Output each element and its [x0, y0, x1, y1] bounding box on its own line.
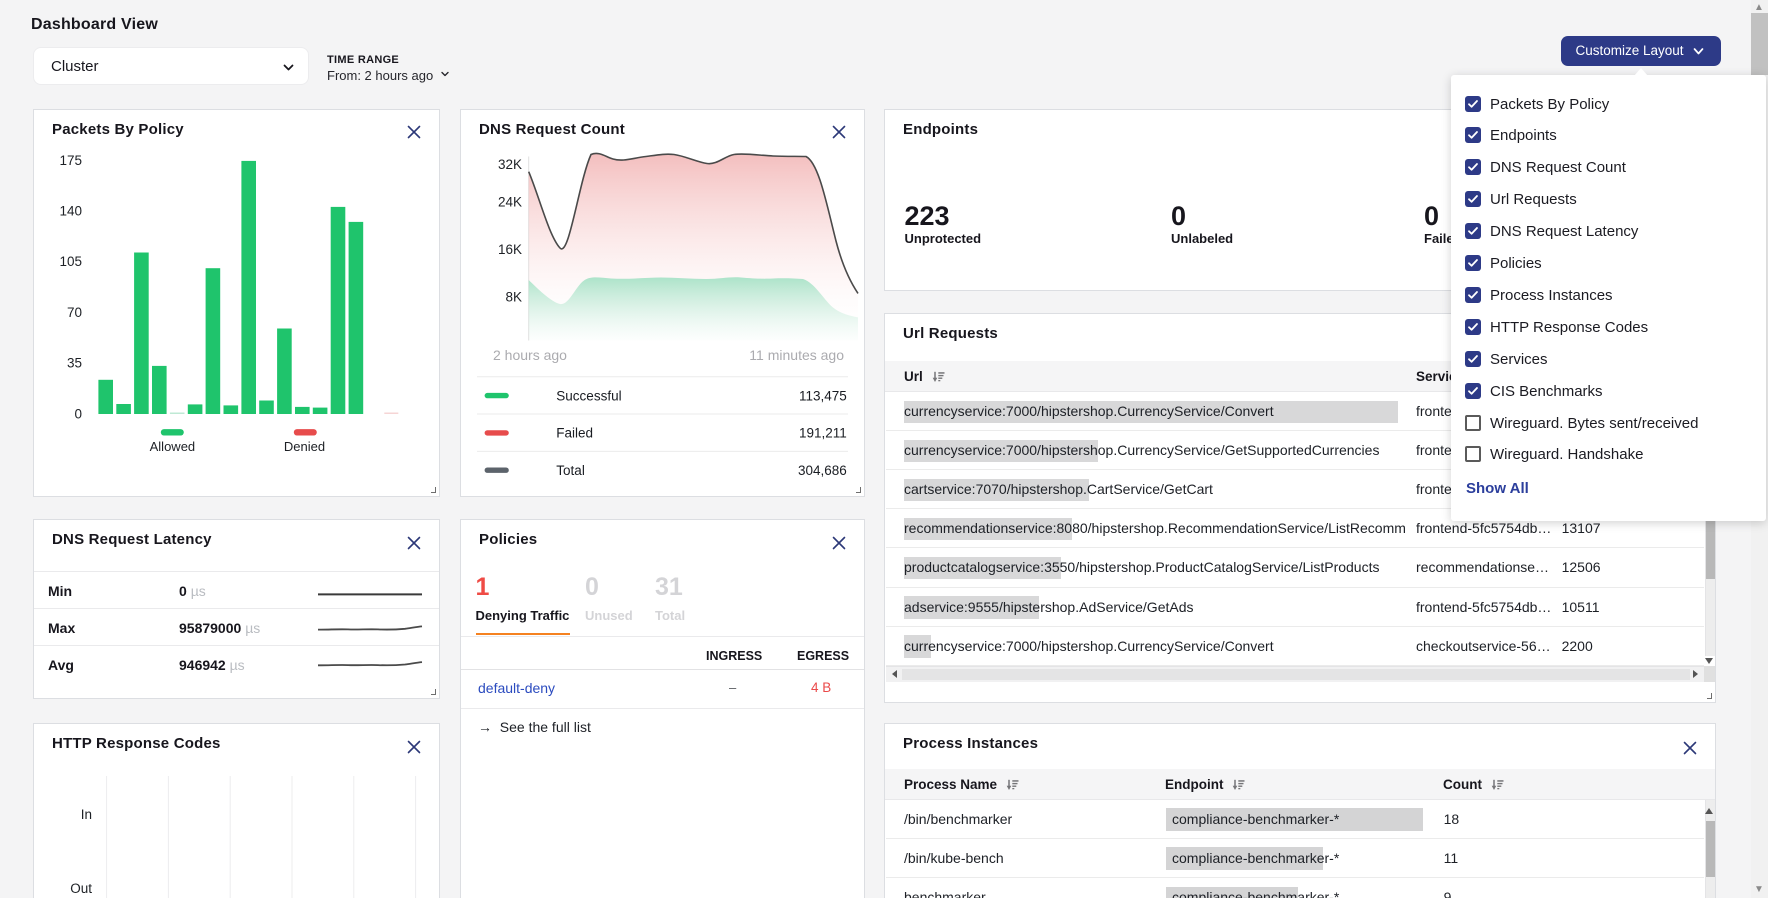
svg-text:11 minutes ago: 11 minutes ago	[749, 347, 844, 363]
svg-text:35: 35	[67, 355, 82, 370]
svg-text:Failed: Failed	[556, 426, 593, 441]
svg-text:140: 140	[59, 204, 82, 219]
svg-text:70: 70	[67, 305, 82, 320]
svg-text:32K: 32K	[498, 157, 522, 172]
svg-text:24K: 24K	[498, 195, 522, 210]
svg-text:113,475: 113,475	[799, 388, 847, 403]
svg-text:105: 105	[59, 254, 82, 269]
svg-text:Successful: Successful	[556, 388, 621, 403]
svg-text:In: In	[81, 807, 92, 822]
svg-text:0: 0	[74, 407, 82, 422]
svg-text:Allowed: Allowed	[150, 439, 196, 454]
svg-text:Denied: Denied	[284, 439, 325, 454]
svg-text:191,211: 191,211	[799, 426, 847, 441]
svg-text:Out: Out	[70, 881, 92, 896]
svg-text:175: 175	[59, 153, 82, 168]
svg-text:Total: Total	[556, 463, 585, 478]
svg-text:16K: 16K	[498, 242, 522, 257]
svg-text:2 hours ago: 2 hours ago	[493, 347, 567, 363]
svg-text:8K: 8K	[505, 290, 522, 305]
svg-text:304,686: 304,686	[798, 463, 847, 478]
